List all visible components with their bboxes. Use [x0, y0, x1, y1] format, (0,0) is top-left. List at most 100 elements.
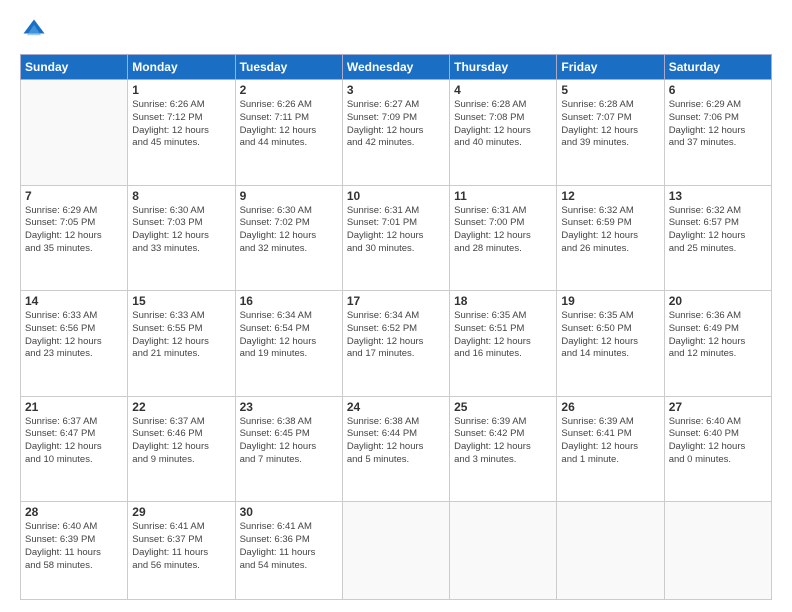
calendar-cell: 15 Sunrise: 6:33 AM Sunset: 6:55 PM Dayli…: [128, 291, 235, 397]
calendar-cell: 23 Sunrise: 6:38 AM Sunset: 6:45 PM Dayli…: [235, 396, 342, 502]
day-info: Sunrise: 6:28 AM Sunset: 7:08 PM Dayligh…: [454, 99, 552, 150]
calendar-cell: 9 Sunrise: 6:30 AM Sunset: 7:02 PM Daylig…: [235, 185, 342, 291]
calendar-cell: 28 Sunrise: 6:40 AM Sunset: 6:39 PM Dayli…: [21, 502, 128, 600]
calendar-cell: 1Sunrise: 6:26 AM Sunset: 7:12 PM Daylig…: [128, 80, 235, 186]
day-info: Sunrise: 6:33 AM Sunset: 6:56 PM Dayligh…: [25, 310, 123, 361]
day-number: 22: [132, 400, 230, 414]
calendar-week-row: 7Sunrise: 6:29 AM Sunset: 7:05 PM Daylig…: [21, 185, 772, 291]
day-info: Sunrise: 6:29 AM Sunset: 7:05 PM Dayligh…: [25, 205, 123, 256]
day-number: 19: [561, 294, 659, 308]
day-number: 28: [25, 505, 123, 519]
day-info: Sunrise: 6:36 AM Sunset: 6:49 PM Dayligh…: [669, 310, 767, 361]
calendar-table: SundayMondayTuesdayWednesdayThursdayFrid…: [20, 54, 772, 600]
day-info: Sunrise: 6:39 AM Sunset: 6:41 PM Dayligh…: [561, 416, 659, 467]
calendar-cell: 4Sunrise: 6:28 AM Sunset: 7:08 PM Daylig…: [450, 80, 557, 186]
day-number: 29: [132, 505, 230, 519]
calendar-cell: 21 Sunrise: 6:37 AM Sunset: 6:47 PM Dayli…: [21, 396, 128, 502]
day-number: 21: [25, 400, 123, 414]
day-number: 23: [240, 400, 338, 414]
day-number: 14: [25, 294, 123, 308]
calendar-cell: 10 Sunrise: 6:31 AM Sunset: 7:01 PM Dayli…: [342, 185, 449, 291]
day-info: Sunrise: 6:41 AM Sunset: 6:37 PM Dayligh…: [132, 521, 230, 572]
calendar-cell: 14 Sunrise: 6:33 AM Sunset: 6:56 PM Dayli…: [21, 291, 128, 397]
day-number: 17: [347, 294, 445, 308]
calendar-cell: 8 Sunrise: 6:30 AM Sunset: 7:03 PM Daylig…: [128, 185, 235, 291]
day-info: Sunrise: 6:28 AM Sunset: 7:07 PM Dayligh…: [561, 99, 659, 150]
day-info: Sunrise: 6:32 AM Sunset: 6:57 PM Dayligh…: [669, 205, 767, 256]
day-number: 20: [669, 294, 767, 308]
calendar-cell: 19 Sunrise: 6:35 AM Sunset: 6:50 PM Dayli…: [557, 291, 664, 397]
day-number: 11: [454, 189, 552, 203]
calendar-cell: 2Sunrise: 6:26 AM Sunset: 7:11 PM Daylig…: [235, 80, 342, 186]
day-info: Sunrise: 6:27 AM Sunset: 7:09 PM Dayligh…: [347, 99, 445, 150]
day-info: Sunrise: 6:38 AM Sunset: 6:44 PM Dayligh…: [347, 416, 445, 467]
day-number: 9: [240, 189, 338, 203]
calendar-header-row: SundayMondayTuesdayWednesdayThursdayFrid…: [21, 55, 772, 80]
day-number: 27: [669, 400, 767, 414]
weekday-header: Saturday: [664, 55, 771, 80]
day-number: 5: [561, 83, 659, 97]
day-info: Sunrise: 6:31 AM Sunset: 7:01 PM Dayligh…: [347, 205, 445, 256]
logo: [20, 16, 52, 44]
day-number: 2: [240, 83, 338, 97]
day-info: Sunrise: 6:32 AM Sunset: 6:59 PM Dayligh…: [561, 205, 659, 256]
calendar-cell: [342, 502, 449, 600]
weekday-header: Wednesday: [342, 55, 449, 80]
calendar-cell: [557, 502, 664, 600]
day-info: Sunrise: 6:41 AM Sunset: 6:36 PM Dayligh…: [240, 521, 338, 572]
calendar-cell: 29 Sunrise: 6:41 AM Sunset: 6:37 PM Dayli…: [128, 502, 235, 600]
calendar-week-row: 21 Sunrise: 6:37 AM Sunset: 6:47 PM Dayli…: [21, 396, 772, 502]
calendar-cell: 30 Sunrise: 6:41 AM Sunset: 6:36 PM Dayli…: [235, 502, 342, 600]
day-info: Sunrise: 6:34 AM Sunset: 6:54 PM Dayligh…: [240, 310, 338, 361]
day-info: Sunrise: 6:34 AM Sunset: 6:52 PM Dayligh…: [347, 310, 445, 361]
day-info: Sunrise: 6:37 AM Sunset: 6:46 PM Dayligh…: [132, 416, 230, 467]
day-info: Sunrise: 6:30 AM Sunset: 7:03 PM Dayligh…: [132, 205, 230, 256]
calendar-cell: 5 Sunrise: 6:28 AM Sunset: 7:07 PM Daylig…: [557, 80, 664, 186]
day-number: 8: [132, 189, 230, 203]
day-info: Sunrise: 6:33 AM Sunset: 6:55 PM Dayligh…: [132, 310, 230, 361]
day-info: Sunrise: 6:35 AM Sunset: 6:50 PM Dayligh…: [561, 310, 659, 361]
calendar-cell: 16 Sunrise: 6:34 AM Sunset: 6:54 PM Dayli…: [235, 291, 342, 397]
header: [20, 16, 772, 44]
logo-icon: [20, 16, 48, 44]
day-info: Sunrise: 6:37 AM Sunset: 6:47 PM Dayligh…: [25, 416, 123, 467]
calendar-week-row: 1Sunrise: 6:26 AM Sunset: 7:12 PM Daylig…: [21, 80, 772, 186]
calendar-cell: [664, 502, 771, 600]
day-number: 30: [240, 505, 338, 519]
day-number: 12: [561, 189, 659, 203]
calendar-cell: [21, 80, 128, 186]
day-number: 26: [561, 400, 659, 414]
calendar-cell: 3 Sunrise: 6:27 AM Sunset: 7:09 PM Daylig…: [342, 80, 449, 186]
calendar-cell: 18 Sunrise: 6:35 AM Sunset: 6:51 PM Dayli…: [450, 291, 557, 397]
calendar-cell: 25 Sunrise: 6:39 AM Sunset: 6:42 PM Dayli…: [450, 396, 557, 502]
day-info: Sunrise: 6:30 AM Sunset: 7:02 PM Dayligh…: [240, 205, 338, 256]
day-info: Sunrise: 6:35 AM Sunset: 6:51 PM Dayligh…: [454, 310, 552, 361]
day-number: 13: [669, 189, 767, 203]
day-number: 10: [347, 189, 445, 203]
calendar-cell: 20 Sunrise: 6:36 AM Sunset: 6:49 PM Dayli…: [664, 291, 771, 397]
day-info: Sunrise: 6:40 AM Sunset: 6:39 PM Dayligh…: [25, 521, 123, 572]
day-number: 18: [454, 294, 552, 308]
day-info: Sunrise: 6:29 AM Sunset: 7:06 PM Dayligh…: [669, 99, 767, 150]
day-info: Sunrise: 6:40 AM Sunset: 6:40 PM Dayligh…: [669, 416, 767, 467]
weekday-header: Monday: [128, 55, 235, 80]
weekday-header: Friday: [557, 55, 664, 80]
calendar-cell: 27 Sunrise: 6:40 AM Sunset: 6:40 PM Dayli…: [664, 396, 771, 502]
calendar-cell: 22 Sunrise: 6:37 AM Sunset: 6:46 PM Dayli…: [128, 396, 235, 502]
day-number: 6: [669, 83, 767, 97]
day-number: 15: [132, 294, 230, 308]
calendar-cell: 17 Sunrise: 6:34 AM Sunset: 6:52 PM Dayli…: [342, 291, 449, 397]
weekday-header: Sunday: [21, 55, 128, 80]
calendar-cell: 7Sunrise: 6:29 AM Sunset: 7:05 PM Daylig…: [21, 185, 128, 291]
calendar-cell: 11Sunrise: 6:31 AM Sunset: 7:00 PM Dayli…: [450, 185, 557, 291]
day-number: 3: [347, 83, 445, 97]
calendar-cell: 6 Sunrise: 6:29 AM Sunset: 7:06 PM Daylig…: [664, 80, 771, 186]
day-number: 16: [240, 294, 338, 308]
calendar-cell: [450, 502, 557, 600]
day-number: 25: [454, 400, 552, 414]
day-info: Sunrise: 6:38 AM Sunset: 6:45 PM Dayligh…: [240, 416, 338, 467]
calendar-cell: 24 Sunrise: 6:38 AM Sunset: 6:44 PM Dayli…: [342, 396, 449, 502]
calendar-week-row: 14 Sunrise: 6:33 AM Sunset: 6:56 PM Dayli…: [21, 291, 772, 397]
day-number: 24: [347, 400, 445, 414]
day-info: Sunrise: 6:39 AM Sunset: 6:42 PM Dayligh…: [454, 416, 552, 467]
